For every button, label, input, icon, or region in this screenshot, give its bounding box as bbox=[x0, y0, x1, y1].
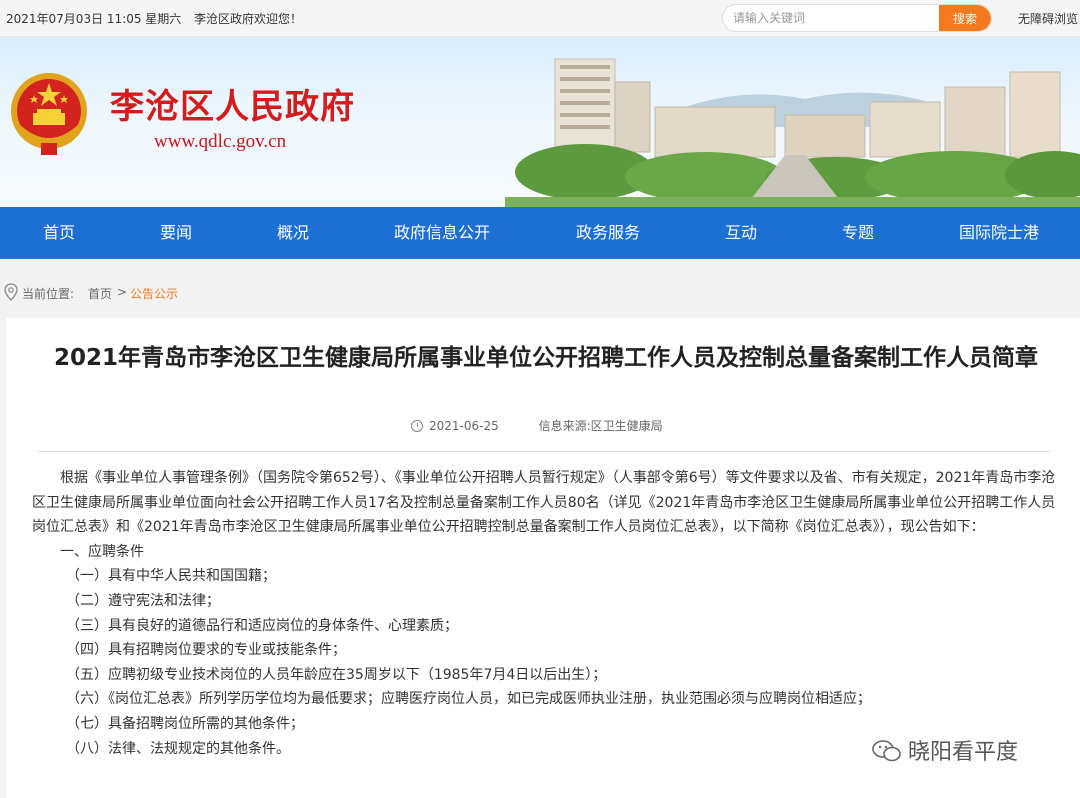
article-body: 根据《事业单位人事管理条例》（国务院令第652号）、《事业单位公开招聘人员暂行规… bbox=[32, 466, 1058, 761]
search-button[interactable]: 搜索 bbox=[939, 5, 991, 31]
article-date: 2021-06-25 bbox=[429, 419, 499, 433]
welcome-text: 李沧区政府欢迎您！ bbox=[194, 12, 303, 26]
nav-item-interaction[interactable]: 互动 bbox=[725, 207, 757, 259]
watermark: 晓阳看平度 bbox=[872, 734, 1018, 766]
breadcrumb-label: 当前位置: bbox=[22, 287, 75, 301]
government-building-illustration bbox=[505, 58, 1080, 207]
location-pin-icon bbox=[4, 283, 18, 301]
condition-item: （五）应聘初级专业技术岗位的人员年龄应在35周岁以下（1985年7月4日以后出生… bbox=[66, 666, 607, 683]
top-bar: 2021年07月03日 11:05 星期六 李沧区政府欢迎您！ 搜索 无障碍浏览 bbox=[0, 0, 1080, 37]
site-title: 李沧区人民政府 bbox=[110, 87, 355, 127]
article-panel: 2021年青岛市李沧区卫生健康局所属事业单位公开招聘工作人员及控制总量备案制工作… bbox=[6, 318, 1080, 798]
site-banner: 李沧区人民政府 www.qdlc.gov.cn bbox=[0, 37, 1080, 207]
condition-item: （二）遵守宪法和法律； bbox=[66, 592, 220, 609]
nav-item-info-disclosure[interactable]: 政府信息公开 bbox=[394, 207, 490, 259]
condition-item: （三）具有良好的道德品行和适应岗位的身体条件、心理素质； bbox=[66, 617, 458, 634]
intro-paragraph: 根据《事业单位人事管理条例》（国务院令第652号）、《事业单位公开招聘人员暂行规… bbox=[32, 470, 1056, 536]
nav-item-gov-services[interactable]: 政务服务 bbox=[576, 207, 640, 259]
source-label: 信息来源: bbox=[538, 419, 591, 433]
article-title: 2021年青岛市李沧区卫生健康局所属事业单位公开招聘工作人员及控制总量备案制工作… bbox=[53, 345, 1038, 371]
divider bbox=[36, 451, 1052, 452]
nav-item-academician-port[interactable]: 国际院士港 bbox=[959, 207, 1039, 259]
nav-item-overview[interactable]: 概况 bbox=[277, 207, 309, 259]
search-input[interactable] bbox=[723, 5, 941, 31]
nav-item-news[interactable]: 要闻 bbox=[160, 207, 192, 259]
nav-item-topics[interactable]: 专题 bbox=[842, 207, 874, 259]
section-heading: 一、应聘条件 bbox=[60, 543, 144, 560]
condition-item: （一）具有中华人民共和国国籍； bbox=[66, 568, 276, 585]
watermark-text: 晓阳看平度 bbox=[908, 740, 1019, 765]
condition-item: （七）具备招聘岗位所需的其他条件； bbox=[66, 715, 304, 732]
breadcrumb-separator: > bbox=[117, 285, 128, 299]
clock-icon bbox=[411, 420, 423, 432]
accessibility-link[interactable]: 无障碍浏览 bbox=[1018, 10, 1078, 27]
article-meta: 2021-06-25 信息来源:区卫生健康局 bbox=[411, 417, 663, 434]
condition-item: （四）具有招聘岗位要求的专业或技能条件； bbox=[66, 642, 346, 659]
article-source: 区卫生健康局 bbox=[590, 419, 663, 433]
site-url: www.qdlc.gov.cn bbox=[154, 131, 287, 152]
condition-item: （六）《岗位汇总表》所列学历学位均为最低要求；应聘医疗岗位人员，如已完成医师执业… bbox=[66, 691, 871, 708]
main-nav: 首页 要闻 概况 政府信息公开 政务服务 互动 专题 国际院士港 bbox=[0, 207, 1080, 259]
breadcrumb-home-link[interactable]: 首页 bbox=[88, 285, 112, 302]
nav-item-home[interactable]: 首页 bbox=[43, 207, 75, 259]
current-date: 2021年07月03日 11:05 星期六 bbox=[6, 12, 182, 26]
breadcrumb-current-link[interactable]: 公告公示 bbox=[130, 285, 178, 302]
search-box: 搜索 bbox=[722, 4, 992, 32]
wechat-icon bbox=[872, 740, 901, 762]
national-emblem-icon bbox=[11, 73, 87, 155]
